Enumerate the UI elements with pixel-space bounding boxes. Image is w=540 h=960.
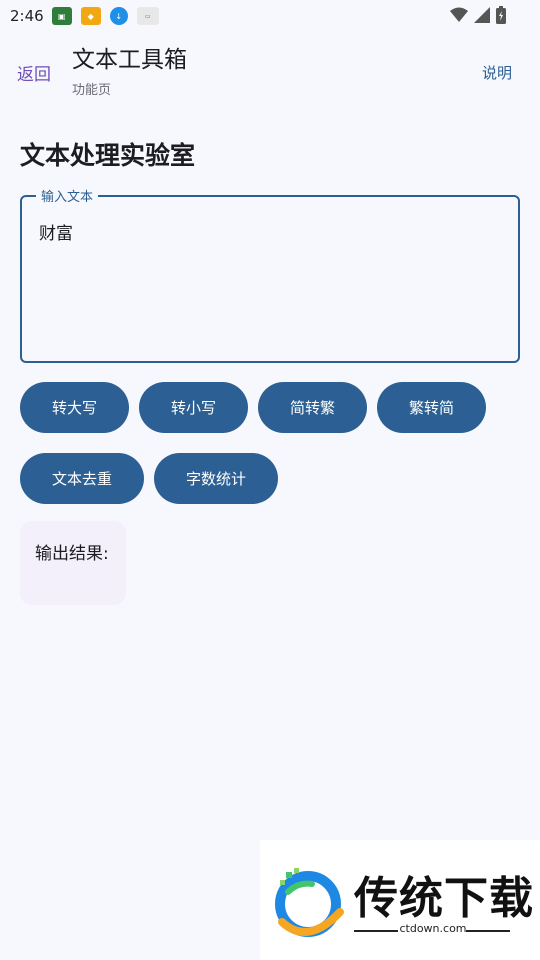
to-uppercase-button[interactable]: 转大写 [20,382,129,433]
app-notification-icon: ▭ [136,7,159,25]
help-button[interactable]: 说明 [482,62,512,83]
status-time: 2:46 [10,7,44,25]
word-count-button[interactable]: 字数统计 [154,453,278,504]
page-subtitle: 功能页 [72,83,112,98]
watermark-logo: 传统下载 ctdown.com [260,840,540,960]
input-textarea[interactable]: 财富 [39,219,499,339]
status-indicators [450,6,506,24]
wifi-icon [450,7,468,22]
utility-button-row: 文本去重 字数统计 [20,453,278,504]
download-icon: ↓ [109,7,128,25]
input-text-field[interactable]: 输入文本 财富 [20,186,520,363]
transform-button-row: 转大写 转小写 简转繁 繁转简 [20,382,486,433]
input-label: 输入文本 [36,186,99,205]
app-notification-icon: ◆ [80,7,101,25]
page-title: 文本工具箱 [72,47,187,73]
dedupe-text-button[interactable]: 文本去重 [20,453,144,504]
status-bar: 2:46 ▣ ◆ ↓ ▭ [0,0,540,32]
signal-icon [474,7,490,23]
watermark-brand: 传统下载 [354,873,534,924]
app-notification-icon: ▣ [51,7,72,25]
to-lowercase-button[interactable]: 转小写 [139,382,248,433]
traditional-to-simplified-button[interactable]: 繁转简 [377,382,486,433]
section-title: 文本处理实验室 [20,141,196,170]
simplified-to-traditional-button[interactable]: 简转繁 [258,382,367,433]
output-card: 输出结果: [20,521,126,605]
watermark-domain: ctdown.com [399,922,467,935]
watermark-logo-icon [275,868,344,937]
output-label: 输出结果: [35,544,109,564]
battery-icon [496,6,506,24]
back-button[interactable]: 返回 [17,60,51,85]
